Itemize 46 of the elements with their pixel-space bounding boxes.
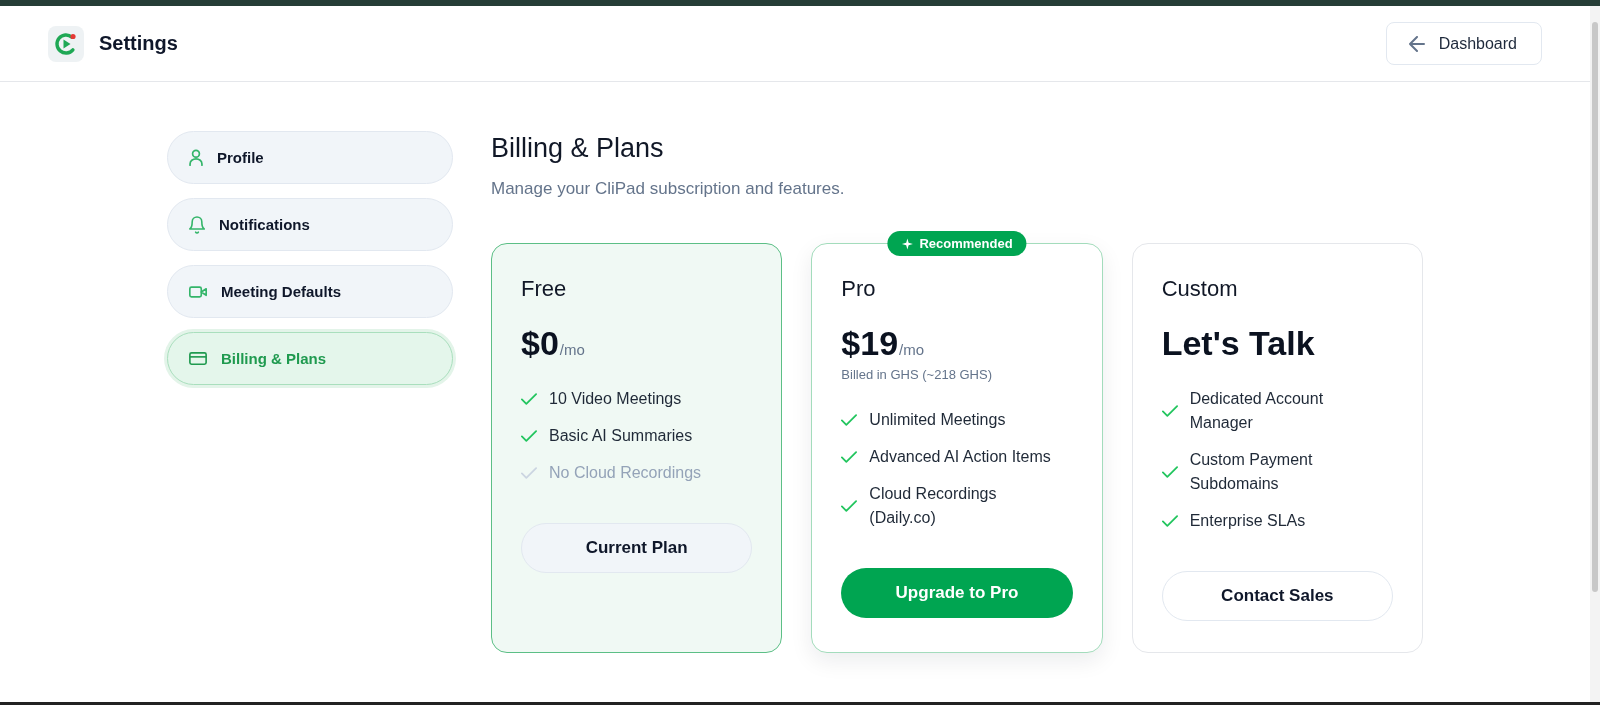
check-icon: [521, 430, 537, 442]
feature-text: Dedicated Account Manager: [1189, 389, 1325, 433]
section-subtitle: Manage your CliPad subscription and features.: [491, 178, 846, 200]
sidebar-item[interactable]: Profile: [167, 131, 453, 184]
badge-label: Recommended: [919, 236, 1013, 251]
price-period: /mo: [899, 341, 925, 358]
feature-text: Unlimited Meetings: [869, 410, 1006, 430]
feature-text: Advanced AI Action Items: [869, 447, 1051, 467]
plan-price: Let's Talk: [1161, 323, 1315, 363]
sidebar-item[interactable]: Notifications: [167, 198, 453, 251]
check-icon: [841, 500, 858, 512]
plan-name: Pro: [841, 275, 877, 303]
check-icon: [1161, 405, 1178, 417]
plan-name: Free: [521, 275, 568, 303]
arrow-left-icon: [1408, 35, 1425, 52]
plan-price: $19: [841, 323, 899, 363]
feature-text: Cloud Recordings (Daily.co): [869, 484, 998, 528]
price-period: /mo: [559, 341, 585, 358]
section-title: Billing & Plans: [491, 132, 665, 165]
page-title: Settings: [99, 32, 178, 55]
plan-price: $0: [521, 323, 559, 363]
plan-name: Custom: [1161, 275, 1239, 303]
credit-card-icon: [189, 352, 207, 365]
bell-icon: [189, 215, 205, 234]
feature-text: Custom Payment Subdomains: [1189, 450, 1314, 494]
scrollbar-thumb[interactable]: [1592, 22, 1598, 592]
check-icon: [521, 393, 537, 405]
user-icon: [189, 149, 203, 166]
scrollbar-track[interactable]: [1590, 6, 1600, 702]
logo-icon: [48, 25, 84, 62]
check-icon: [521, 467, 537, 479]
plan-button[interactable]: Contact Sales: [1161, 571, 1393, 621]
plan-button[interactable]: Current Plan: [521, 523, 753, 573]
check-icon: [841, 414, 858, 426]
feature-text: No Cloud Recordings: [549, 463, 702, 483]
billing-note: Billed in GHS (~218 GHS): [841, 366, 993, 384]
check-icon: [1161, 466, 1178, 478]
check-icon: [1161, 515, 1178, 527]
check-icon: [841, 451, 858, 463]
feature-text: 10 Video Meetings: [549, 389, 682, 409]
feature-text: Basic AI Summaries: [549, 426, 693, 446]
sidebar-item[interactable]: Meeting Defaults: [167, 265, 453, 318]
sparkle-icon: [901, 237, 914, 250]
video-camera-icon: [189, 285, 207, 298]
dashboard-button[interactable]: Dashboard: [1385, 22, 1542, 65]
feature-text: Enterprise SLAs: [1189, 511, 1306, 531]
